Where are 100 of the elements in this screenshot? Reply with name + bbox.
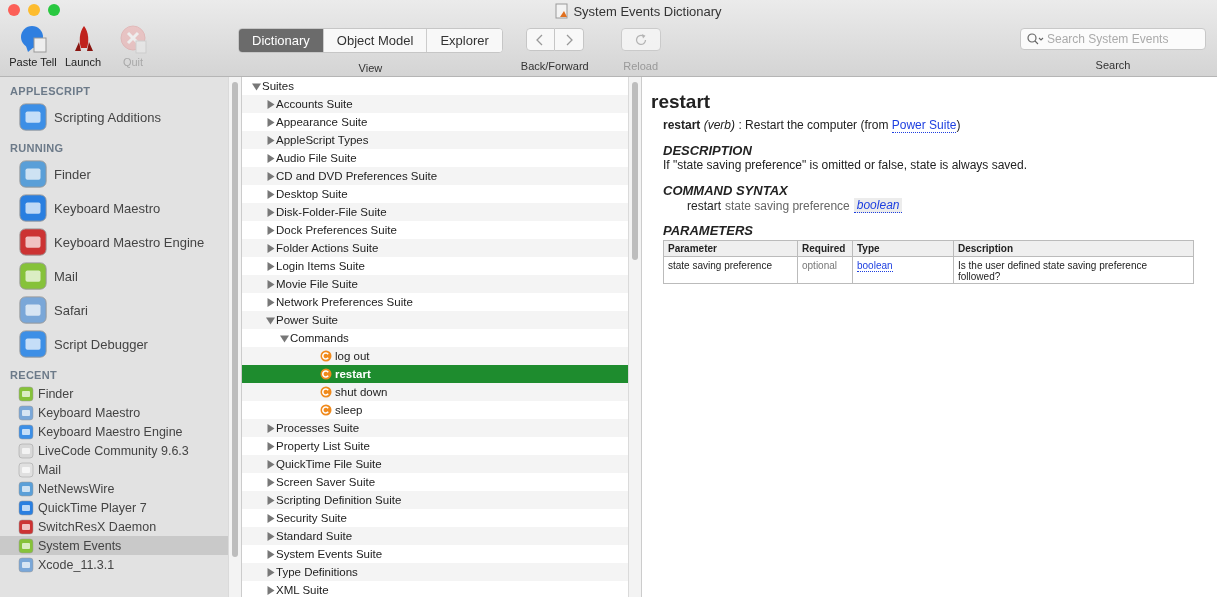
sidebar-item[interactable]: Finder (0, 384, 228, 403)
tree-label: Movie File Suite (276, 278, 358, 290)
sidebar-item[interactable]: QuickTime Player 7 (0, 498, 228, 517)
tree-label: Property List Suite (276, 440, 370, 452)
app-icon (18, 442, 34, 459)
expand-triangle-icon[interactable] (265, 189, 275, 199)
expand-triangle-icon[interactable] (265, 585, 275, 595)
tree-label: restart (335, 368, 371, 380)
tree-row[interactable]: Disk-Folder-File Suite (242, 203, 628, 221)
view-tab[interactable]: Object Model (323, 29, 428, 52)
expand-triangle-icon[interactable] (265, 243, 275, 253)
collapse-triangle-icon[interactable] (279, 333, 289, 343)
sidebar-item[interactable]: Keyboard Maestro (0, 191, 228, 225)
tree-label: System Events Suite (276, 548, 383, 560)
expand-triangle-icon[interactable] (265, 495, 275, 505)
app-icon (18, 404, 34, 421)
tree-label: AppleScript Types (276, 134, 369, 146)
sidebar-item[interactable]: Safari (0, 293, 228, 327)
expand-triangle-icon[interactable] (265, 441, 275, 451)
toolbar-button[interactable]: Paste Tell (8, 24, 58, 68)
tree-row[interactable]: QuickTime File Suite (242, 455, 628, 473)
expand-triangle-icon[interactable] (265, 567, 275, 577)
sidebar-item[interactable]: LiveCode Community 9.6.3 (0, 441, 228, 460)
chevron-right-icon (564, 33, 573, 46)
scrollbar-thumb[interactable] (232, 82, 238, 557)
close-button[interactable] (8, 4, 20, 16)
view-tab[interactable]: Dictionary (239, 29, 324, 52)
tree-row[interactable]: AppleScript Types (242, 131, 628, 149)
table-cell: Is the user defined state saving preference followed? (953, 256, 1194, 284)
command-icon (320, 368, 332, 380)
sidebar-item[interactable]: Xcode_11.3.1 (0, 555, 228, 574)
collapse-triangle-icon[interactable] (251, 81, 261, 91)
tree-row[interactable]: Movie File Suite (242, 275, 628, 293)
expand-triangle-icon[interactable] (265, 171, 275, 181)
sidebar-item[interactable]: Keyboard Maestro Engine (0, 225, 228, 259)
command-icon (320, 350, 332, 362)
section-heading: DESCRIPTION (663, 143, 753, 158)
expand-triangle-icon[interactable] (265, 135, 275, 145)
expand-triangle-icon[interactable] (265, 279, 275, 289)
expand-triangle-icon[interactable] (265, 513, 275, 523)
entry-title: restart (651, 91, 712, 113)
expand-triangle-icon[interactable] (265, 423, 275, 433)
view-tab[interactable]: Explorer (427, 29, 502, 52)
tree-row[interactable]: shut down (242, 383, 628, 401)
type-link[interactable]: boolean (857, 260, 893, 272)
app-icon (18, 518, 34, 535)
expand-triangle-icon[interactable] (265, 297, 275, 307)
section-header: RECENT (9, 368, 59, 383)
tree-row[interactable]: Folder Actions Suite (242, 239, 628, 257)
tree-row[interactable]: Type Definitions (242, 563, 628, 581)
tree-label: Processes Suite (276, 422, 360, 434)
column-header: Description (953, 240, 1194, 257)
suite-link[interactable]: Power Suite (891, 118, 957, 133)
sidebar-item[interactable]: NetNewsWire (0, 479, 228, 498)
toolbar-button[interactable]: Launch (58, 24, 108, 68)
expand-triangle-icon[interactable] (265, 549, 275, 559)
expand-triangle-icon[interactable] (265, 117, 275, 127)
tree-row[interactable]: Processes Suite (242, 419, 628, 437)
collapse-triangle-icon[interactable] (265, 315, 275, 325)
tree-row[interactable]: Accounts Suite (242, 95, 628, 113)
sidebar-item[interactable]: System Events (0, 536, 228, 555)
sidebar-item[interactable]: Mail (0, 259, 228, 293)
selected-tree-row[interactable]: restart (242, 365, 628, 383)
expand-triangle-icon[interactable] (265, 459, 275, 469)
section-heading: COMMAND SYNTAX (663, 183, 789, 198)
app-icon (18, 537, 34, 554)
expand-triangle-icon[interactable] (265, 207, 275, 217)
tree-label: Desktop Suite (276, 188, 348, 200)
app-icon (18, 295, 48, 325)
tree-row[interactable]: CD and DVD Preferences Suite (242, 167, 628, 185)
tree-label: Appearance Suite (276, 116, 368, 128)
app-icon (18, 227, 48, 257)
sidebar-item[interactable]: Keyboard Maestro Engine (0, 422, 228, 441)
tree-label: Scripting Definition Suite (276, 494, 402, 506)
tree-row[interactable]: Power Suite (242, 311, 628, 329)
sidebar-item[interactable]: Scripting Additions (0, 100, 228, 134)
expand-triangle-icon[interactable] (265, 261, 275, 271)
sidebar-item[interactable]: Script Debugger (0, 327, 228, 361)
expand-triangle-icon[interactable] (265, 99, 275, 109)
window-title: System Events Dictionary (573, 3, 722, 19)
section-heading: PARAMETERS (663, 223, 755, 238)
search-field[interactable]: Search System Events (1020, 28, 1206, 50)
tree-row[interactable]: log out (242, 347, 628, 365)
sidebar-item[interactable]: SwitchResX Daemon (0, 517, 228, 536)
expand-triangle-icon[interactable] (265, 477, 275, 487)
quit-icon (118, 24, 148, 54)
scrollbar-thumb[interactable] (632, 82, 638, 260)
type-link[interactable]: boolean (853, 198, 903, 213)
expand-triangle-icon[interactable] (265, 531, 275, 541)
app-icon (18, 329, 48, 359)
sidebar-item[interactable]: Finder (0, 157, 228, 191)
tree-row[interactable]: Scripting Definition Suite (242, 491, 628, 509)
sidebar-item[interactable]: Mail (0, 460, 228, 479)
sidebar-item[interactable]: Keyboard Maestro (0, 403, 228, 422)
expand-triangle-icon[interactable] (265, 225, 275, 235)
tree-row[interactable]: Standard Suite (242, 527, 628, 545)
tree-label: Dock Preferences Suite (276, 224, 397, 236)
search-icon (1027, 33, 1044, 45)
section-header: APPLESCRIPT (9, 84, 92, 99)
expand-triangle-icon[interactable] (265, 153, 275, 163)
